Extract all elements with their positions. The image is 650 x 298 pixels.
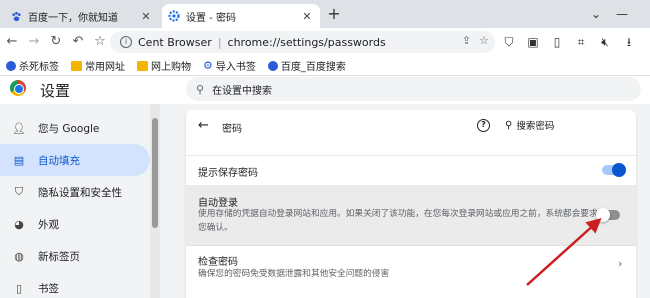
tab-title: 设置 - 密码	[186, 12, 236, 24]
site-name: Cent Browser	[138, 35, 212, 49]
settings-gear-icon	[168, 10, 180, 22]
bookmark-item[interactable]: 百度_百度搜索	[267, 58, 346, 73]
window-icon[interactable]: ▮	[644, 32, 650, 52]
bookmark-label: 导入书签	[215, 62, 256, 73]
sidebar-item-you-and-google[interactable]: 👤︎ 您与 Google	[0, 112, 150, 144]
star-icon[interactable]: ☆	[90, 32, 110, 52]
tab-strip: 百度一下，你就知道 ✕ 设置 - 密码 ✕ + ⌄ —	[0, 0, 650, 28]
sidebar-item-label: 新标签页	[38, 250, 80, 263]
close-icon[interactable]: ✕	[139, 10, 153, 23]
browser-window: 百度一下，你就知道 ✕ 设置 - 密码 ✕ + ⌄ — ← → ↻ ↶ ☆ i …	[0, 0, 650, 298]
help-icon[interactable]: ?	[477, 119, 490, 132]
folder-icon	[71, 60, 82, 71]
bookmark-label: 网上购物	[151, 62, 191, 73]
search-icon: ⚲	[505, 119, 513, 131]
passwords-page-label: 密码	[222, 124, 242, 135]
bookmark-label: 杀死标签	[19, 62, 59, 73]
offer-to-save-toggle[interactable]	[602, 163, 626, 177]
password-search-input[interactable]: ⚲ 搜索密码	[505, 118, 555, 133]
url-text: chrome://settings/passwords	[227, 35, 386, 49]
offer-to-save-label: 提示保存密码	[198, 168, 258, 179]
download-icon[interactable]: ⭳	[620, 32, 638, 52]
address-bar[interactable]: i Cent Browser | chrome://settings/passw…	[110, 31, 495, 53]
search-placeholder: 在设置中搜索	[212, 85, 273, 97]
star-icon[interactable]: ☆	[479, 34, 489, 47]
sidebar-item-new-tab[interactable]: ◍ 新标签页	[0, 240, 150, 272]
sidebar-item-label: 自动填充	[38, 154, 80, 167]
back-arrow-icon[interactable]: ←	[2, 32, 22, 52]
sidebar-item-privacy[interactable]: ⛉ 隐私设置和安全性	[0, 176, 150, 208]
bookmark-folder[interactable]: 常用网址	[71, 58, 125, 73]
share-icon[interactable]: ⇪	[462, 34, 471, 47]
baidu-paw-icon	[10, 10, 22, 22]
bookmark-item[interactable]: ⚙ 导入书签	[203, 58, 256, 73]
password-search-label: 搜索密码	[516, 121, 555, 132]
toggle-knob	[612, 163, 626, 177]
extension-icon[interactable]: ▣	[524, 32, 542, 52]
tab-settings-passwords[interactable]: 设置 - 密码 ✕	[162, 4, 320, 28]
crop-icon[interactable]: ⌗	[572, 32, 590, 52]
page-title: 设置	[40, 82, 71, 100]
tab-title: 百度一下，你就知道	[28, 12, 118, 24]
undo-icon[interactable]: ↶	[68, 32, 88, 52]
globe-icon: ◍	[14, 249, 24, 263]
sidebar-item-label: 隐私设置和安全性	[38, 186, 122, 199]
info-icon[interactable]: i	[120, 36, 132, 48]
auto-signin-row: 自动登录 使用存储的凭据自动登录网站和应用。如果关闭了该功能，在您每次登录网站或…	[186, 185, 636, 245]
sidebar-icon[interactable]: ▯	[548, 32, 566, 52]
shield-icon[interactable]: ⛉	[500, 32, 518, 52]
gear-icon: ⚙	[203, 59, 213, 72]
bookmark-label: 百度_百度搜索	[280, 62, 346, 73]
chevron-down-icon[interactable]: ⌄	[586, 5, 606, 23]
sidebar-item-label: 您与 Google	[38, 122, 100, 135]
auto-signin-toggle[interactable]	[596, 208, 620, 222]
back-arrow-icon[interactable]: ←	[198, 118, 209, 133]
sidebar-item-appearance[interactable]: ◕ 外观	[0, 208, 150, 240]
search-icon: ⚲	[196, 82, 205, 96]
separator: |	[217, 35, 222, 49]
bookmark-item[interactable]: 杀死标签	[6, 58, 59, 73]
baidu-paw-icon	[267, 60, 278, 71]
forward-arrow-icon[interactable]: →	[24, 32, 44, 52]
scrollbar-thumb[interactable]	[152, 118, 158, 228]
person-icon: 👤︎	[12, 121, 26, 135]
sidebar-item-label: 外观	[38, 218, 59, 231]
sidebar-item-autofill[interactable]: ▤ 自动填充	[0, 144, 150, 176]
settings-sidebar: 👤︎ 您与 Google ▤ 自动填充 ⛉ 隐私设置和安全性 ◕ 外观 ◍ 新标…	[0, 112, 150, 298]
baidu-paw-icon	[6, 60, 16, 71]
bookmarks-bar: 杀死标签 常用网址 网上购物 ⚙ 导入书签 百度_百度搜索	[0, 56, 650, 76]
clipboard-icon: ▤	[13, 153, 25, 167]
minimize-icon[interactable]: —	[612, 5, 632, 23]
bookmark-folder[interactable]: 网上购物	[137, 58, 191, 73]
chevron-right-icon[interactable]: ›	[618, 257, 622, 270]
mute-icon[interactable]: 🔇︎	[596, 32, 614, 52]
toggle-knob	[596, 208, 610, 222]
bookmark-label: 常用网址	[85, 62, 125, 73]
close-icon[interactable]: ✕	[300, 10, 314, 23]
shield-icon: ⛉	[14, 185, 24, 198]
settings-search-input[interactable]: ⚲ 在设置中搜索	[186, 77, 641, 101]
check-passwords-row[interactable]: 检查密码 确保您的密码免受数据泄露和其他安全问题的侵害	[186, 245, 636, 285]
bookmark-icon: ▯	[15, 281, 23, 295]
offer-to-save-row: 提示保存密码	[186, 155, 636, 185]
toolbar: ← → ↻ ↶ ☆ i Cent Browser | chrome://sett…	[0, 28, 650, 56]
folder-icon	[137, 60, 148, 71]
tab-baidu[interactable]: 百度一下，你就知道 ✕	[4, 4, 159, 28]
sidebar-item-label: 书签	[38, 282, 59, 295]
chrome-logo-icon	[10, 80, 26, 96]
check-passwords-description: 确保您的密码免受数据泄露和其他安全问题的侵害	[198, 269, 390, 279]
sidebar-item-bookmarks[interactable]: ▯ 书签	[0, 272, 150, 298]
reload-icon[interactable]: ↻	[46, 32, 66, 52]
new-tab-button[interactable]: +	[325, 5, 343, 23]
palette-icon: ◕	[14, 217, 24, 231]
auto-signin-description: 使用存储的凭据自动登录网站和应用。如果关闭了该功能，在您每次登录网站或应用之前，…	[198, 209, 598, 233]
